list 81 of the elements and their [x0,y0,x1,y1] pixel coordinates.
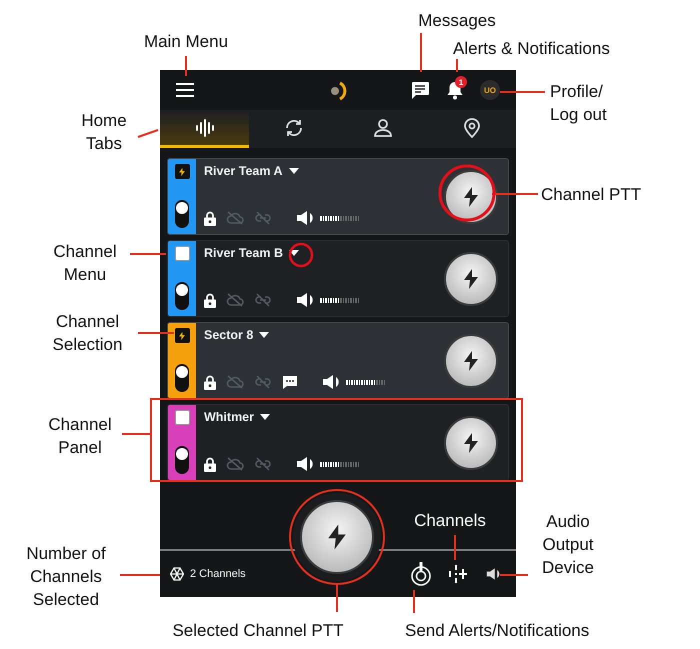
cloud-off-icon [226,293,244,307]
alert-broadcast-icon[interactable] [410,562,432,586]
lock-icon [204,292,216,308]
notification-badge: 1 [455,76,467,88]
callout-label: Main Menu [142,31,230,53]
cloud-off-icon [226,211,244,225]
callout-label: Home Tabs [80,110,128,155]
channel-name: River Team B [204,246,283,260]
channel-toggle[interactable] [175,446,189,474]
leader-line [492,193,538,195]
leader-line [336,585,338,612]
volume-meter[interactable] [346,379,385,385]
callout-label: Selected Channel PTT [171,620,345,642]
callout-label: Profile/ Log out [550,81,608,126]
callout-label: Messages [417,10,497,32]
location-pin-icon [464,118,480,138]
caret-icon[interactable] [260,414,270,420]
leader-line [413,590,415,613]
highlight-ring [288,242,314,268]
profile-avatar[interactable]: UO [480,80,500,100]
channel-name: Whitmer [204,410,254,424]
speaker-icon[interactable] [486,567,502,581]
callout-label: Channel Panel [47,414,113,459]
caret-icon[interactable] [288,168,299,174]
leader-line [420,33,422,72]
message-icon[interactable] [282,374,298,390]
channel-select-checkbox[interactable] [174,328,190,343]
leader-line [138,129,158,138]
volume-meter[interactable] [320,215,359,221]
channel-select-checkbox[interactable] [174,410,190,425]
lock-icon [204,456,216,472]
channel-select-checkbox[interactable] [174,246,190,261]
channel-name: Sector 8 [204,328,254,342]
link-off-icon [254,293,272,307]
waveform-icon [194,118,214,136]
callout-label: Alerts & Notifications [453,38,611,60]
selected-ptt-button[interactable] [300,500,374,574]
callout-label: Channel Selection [52,311,124,356]
leader-line [185,56,187,76]
channel-toggle[interactable] [175,282,189,310]
volume-meter[interactable] [320,461,359,467]
channels-hex-icon [170,567,184,581]
leader-line [130,253,166,255]
link-off-icon [254,211,272,225]
cloud-off-icon [226,457,244,471]
lock-icon [204,210,216,226]
callout-label: Audio Output Device [541,511,595,579]
channel-toggle[interactable] [175,364,189,392]
person-icon [374,118,392,136]
callout-label: Number of Channels Selected [25,543,107,611]
bolt-icon [177,330,187,342]
message-icon[interactable] [410,80,430,100]
volume-meter[interactable] [320,297,359,303]
leader-line [120,574,160,576]
sync-icon [284,118,304,136]
callout-label: Channel PTT [541,184,642,206]
lock-icon [204,374,216,390]
logo-icon [330,81,348,101]
menu-icon[interactable] [176,83,194,97]
callout-label: Send Alerts/Notifications [405,620,590,642]
channel-name: River Team A [204,164,283,178]
leader-line [138,332,174,334]
channel-count: 2 Channels [190,568,246,580]
channel-select-checkbox[interactable] [174,164,190,179]
bolt-icon [177,166,187,178]
leader-line [122,433,150,435]
leader-line [500,91,545,93]
caret-icon[interactable] [288,250,299,256]
callout-label: Channel Menu [52,241,118,286]
caret-icon[interactable] [259,332,270,338]
leader-line [454,535,456,560]
leader-line [500,574,528,576]
cloud-off-icon [226,375,244,389]
home-tab[interactable] [160,110,249,148]
callout-label: Channels [413,510,487,532]
leader-line [456,59,458,72]
link-off-icon [254,375,272,389]
add-channel-icon[interactable] [448,563,470,585]
link-off-icon [254,457,272,471]
highlight-ring [438,164,496,222]
channel-toggle[interactable] [175,200,189,228]
